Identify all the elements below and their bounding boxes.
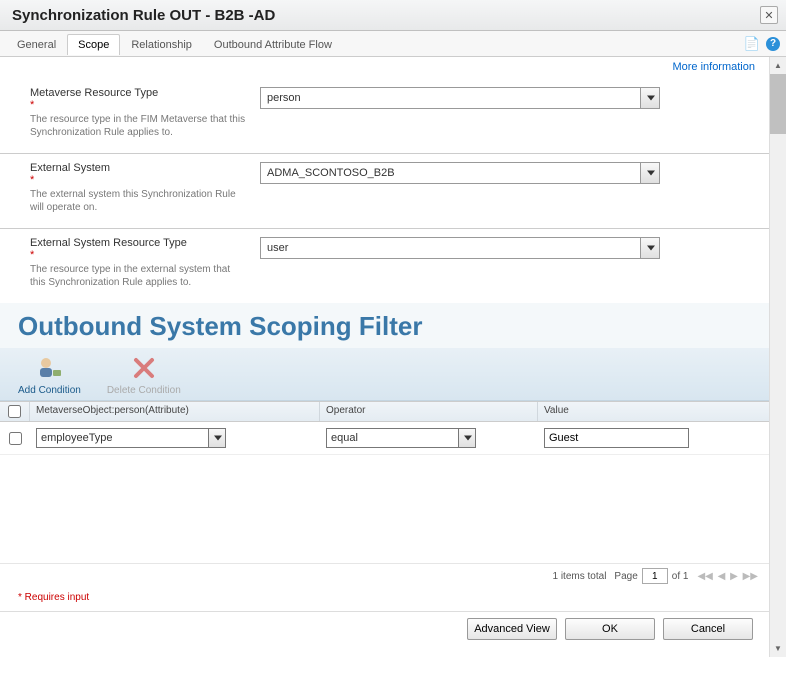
vertical-scrollbar[interactable]: ▲ ▼: [769, 57, 786, 657]
value-input[interactable]: [544, 428, 689, 448]
scoping-filter-header: Outbound System Scoping Filter: [0, 303, 769, 348]
field-metaverse-resource-type: Metaverse Resource Type * The resource t…: [0, 73, 769, 154]
chevron-down-icon: [464, 436, 472, 441]
chevron-down-icon: [214, 436, 222, 441]
chevron-down-icon: [647, 246, 655, 251]
pager-total: 1 items total: [553, 571, 607, 582]
add-condition-label: Add Condition: [18, 385, 81, 396]
pager-prev-icon[interactable]: ◀: [717, 571, 727, 582]
more-info-link-row: More information: [0, 57, 769, 73]
title-bar: Synchronization Rule OUT - B2B -AD ✕: [0, 0, 786, 31]
tab-bar: General Scope Relationship Outbound Attr…: [0, 31, 786, 57]
pager-last-icon[interactable]: ▶▶: [742, 571, 759, 582]
tab-outbound-attribute-flow[interactable]: Outbound Attribute Flow: [203, 34, 343, 55]
metaverse-type-help: The resource type in the FIM Metaverse t…: [30, 113, 248, 139]
advanced-view-button[interactable]: Advanced View: [467, 618, 557, 640]
metaverse-type-label: Metaverse Resource Type: [30, 87, 248, 99]
requires-input-note: * Requires input: [0, 588, 769, 611]
required-indicator: *: [30, 99, 248, 111]
chevron-down-icon: [647, 96, 655, 101]
external-type-help: The resource type in the external system…: [30, 263, 248, 289]
add-condition-icon: [35, 354, 63, 382]
table-row: employeeType equal: [0, 422, 769, 455]
pager-next-icon[interactable]: ▶: [729, 571, 739, 582]
field-external-system: External System * The external system th…: [0, 154, 769, 229]
page-number-input[interactable]: [642, 568, 668, 584]
add-condition-button[interactable]: Add Condition: [18, 354, 81, 396]
scoping-table-header: MetaverseObject:person(Attribute) Operat…: [0, 401, 769, 422]
ok-button[interactable]: OK: [565, 618, 655, 640]
cancel-button[interactable]: Cancel: [663, 618, 753, 640]
scroll-up-icon[interactable]: ▲: [770, 57, 786, 74]
tab-relationship[interactable]: Relationship: [120, 34, 203, 55]
close-icon[interactable]: ✕: [760, 6, 778, 24]
chevron-down-icon: [647, 171, 655, 176]
field-external-system-resource-type: External System Resource Type * The reso…: [0, 229, 769, 303]
help-icon[interactable]: ?: [766, 37, 780, 51]
external-type-select[interactable]: user: [260, 237, 660, 259]
scoping-filter-title: Outbound System Scoping Filter: [18, 311, 751, 342]
operator-value: equal: [331, 432, 358, 444]
column-operator: Operator: [320, 402, 538, 421]
tab-general[interactable]: General: [6, 34, 67, 55]
external-type-value: user: [267, 242, 288, 254]
operator-select[interactable]: equal: [326, 428, 476, 448]
more-information-link[interactable]: More information: [672, 61, 755, 73]
column-attribute: MetaverseObject:person(Attribute): [30, 402, 320, 421]
delete-condition-label: Delete Condition: [107, 385, 181, 396]
attribute-select[interactable]: employeeType: [36, 428, 226, 448]
scoping-toolbar: Add Condition Delete Condition: [0, 348, 769, 401]
external-system-select[interactable]: ADMA_SCONTOSO_B2B: [260, 162, 660, 184]
scroll-thumb[interactable]: [770, 74, 786, 134]
dialog-footer: Advanced View OK Cancel: [0, 611, 769, 650]
metaverse-type-select[interactable]: person: [260, 87, 660, 109]
delete-condition-icon: [130, 354, 158, 382]
pager-nav: ◀◀ ◀ ▶ ▶▶: [696, 571, 759, 582]
delete-condition-button[interactable]: Delete Condition: [107, 354, 181, 396]
window-title: Synchronization Rule OUT - B2B -AD: [12, 7, 275, 24]
pager-first-icon[interactable]: ◀◀: [696, 571, 713, 582]
pager: 1 items total Page of 1 ◀◀ ◀ ▶ ▶▶: [0, 563, 769, 588]
required-indicator: *: [30, 174, 248, 186]
required-indicator: *: [30, 249, 248, 261]
pager-of-label: of 1: [672, 571, 689, 582]
tab-scope[interactable]: Scope: [67, 34, 120, 55]
column-value: Value: [538, 402, 769, 421]
content-area: More information Metaverse Resource Type…: [0, 57, 769, 657]
row-checkbox[interactable]: [9, 432, 22, 445]
external-type-label: External System Resource Type: [30, 237, 248, 249]
pager-page-label: Page: [614, 571, 637, 582]
select-all-checkbox[interactable]: [8, 405, 21, 418]
external-system-label: External System: [30, 162, 248, 174]
scroll-down-icon[interactable]: ▼: [770, 640, 786, 657]
external-system-help: The external system this Synchronization…: [30, 188, 248, 214]
note-icon[interactable]: 📄: [744, 36, 760, 52]
external-system-value: ADMA_SCONTOSO_B2B: [267, 167, 395, 179]
metaverse-type-value: person: [267, 92, 301, 104]
attribute-value: employeeType: [41, 432, 113, 444]
